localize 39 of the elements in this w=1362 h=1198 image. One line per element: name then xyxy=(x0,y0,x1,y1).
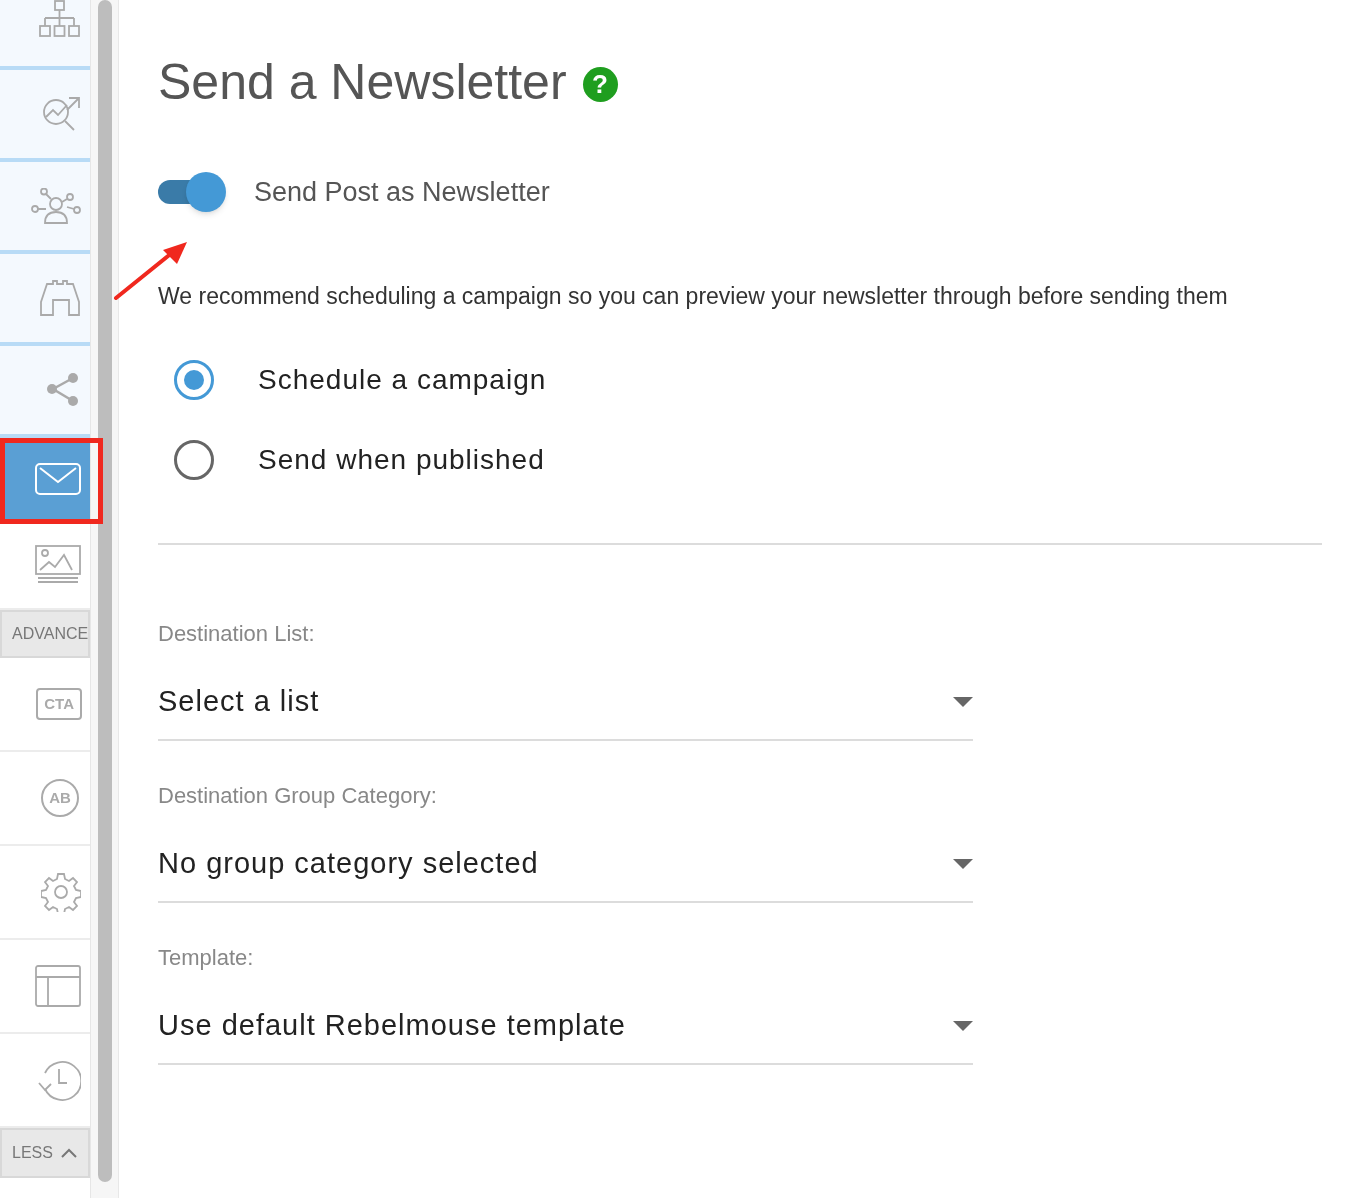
history-icon xyxy=(37,1059,81,1101)
sidebar-item[interactable] xyxy=(0,70,90,162)
help-button[interactable]: ? xyxy=(582,66,618,102)
field-label: Destination List: xyxy=(158,621,316,647)
cta-icon: CTA xyxy=(36,687,82,721)
select-dropdown[interactable]: No group category selected xyxy=(158,837,973,903)
recommendation-text: We recommend scheduling a campaign so you can preview your newsletter through before sending them xyxy=(158,281,1229,311)
caret-up-icon xyxy=(60,1148,77,1158)
radio-label: Schedule a campaign xyxy=(258,363,547,397)
scrollbar[interactable] xyxy=(98,0,112,1182)
dropdown-caret-icon xyxy=(953,697,973,707)
dropdown-caret-icon xyxy=(953,859,973,869)
share-icon xyxy=(45,372,81,408)
toggle-label: Send Post as Newsletter xyxy=(254,176,550,209)
field-label: Template: xyxy=(158,945,255,971)
section-toggle[interactable]: LESS xyxy=(0,1128,90,1178)
chart-magnifier-icon xyxy=(41,95,81,133)
binoculars-icon xyxy=(39,280,81,316)
layout-icon xyxy=(35,965,81,1007)
radio-button[interactable] xyxy=(174,360,214,400)
toggle-switch[interactable] xyxy=(158,172,226,213)
people-network-icon xyxy=(31,188,81,224)
select-dropdown[interactable]: Use default Rebelmouse template xyxy=(158,999,973,1065)
radio-label: Send when published xyxy=(258,443,545,477)
sidebar-item[interactable] xyxy=(0,346,90,438)
field-label: Destination Group Category: xyxy=(158,783,438,809)
radio-button[interactable] xyxy=(174,440,214,480)
gear-icon xyxy=(41,872,81,912)
hierarchy-icon xyxy=(39,0,81,38)
select-dropdown[interactable]: Select a list xyxy=(158,675,973,741)
page-title: Send a Newsletter xyxy=(158,53,567,112)
ab-icon: AB xyxy=(41,779,79,817)
sidebar-item[interactable] xyxy=(0,254,90,346)
image-icon xyxy=(35,545,81,583)
sidebar-item[interactable] xyxy=(0,0,90,70)
section-toggle[interactable]: ADVANCE xyxy=(0,610,90,658)
sidebar-item[interactable] xyxy=(0,162,90,254)
dropdown-caret-icon xyxy=(953,1021,973,1031)
mail-icon xyxy=(35,463,81,495)
